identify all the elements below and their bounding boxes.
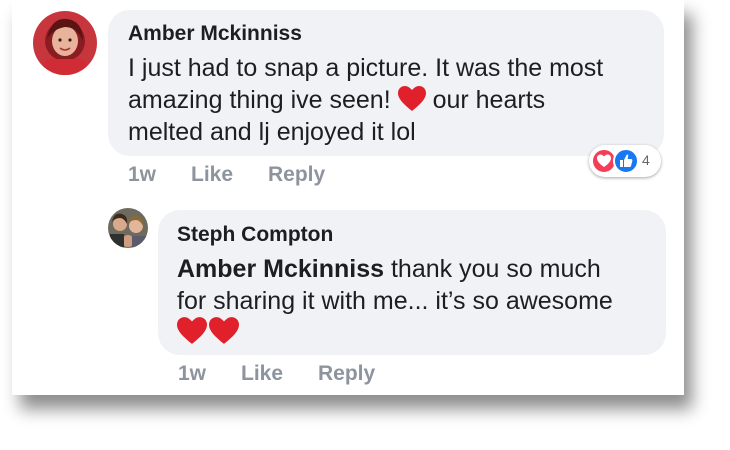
reply-line-1: Amber Mckinniss thank you so much — [177, 253, 613, 285]
comment-line-3: melted and lj enjoyed it lol — [128, 118, 416, 146]
comment-line-2-end: our hearts — [432, 86, 546, 114]
like-button[interactable]: Like — [241, 362, 283, 386]
reply-button[interactable]: Reply — [318, 362, 375, 386]
mention-link[interactable]: Amber Mckinniss — [177, 255, 384, 283]
like-reaction-icon — [613, 148, 639, 174]
comment-timestamp[interactable]: 1w — [128, 163, 156, 187]
like-button[interactable]: Like — [191, 163, 233, 187]
avatar-steph[interactable] — [108, 208, 148, 248]
comment-author[interactable]: Amber Mckinniss — [128, 22, 302, 46]
reaction-summary[interactable]: 4 — [589, 145, 661, 177]
reply-button[interactable]: Reply — [268, 163, 325, 187]
comment-line-1: I just had to snap a picture. It was the… — [128, 54, 604, 82]
heart-emoji — [177, 317, 207, 344]
reply-bubble-steph: Steph Compton Amber Mckinniss thank you … — [158, 210, 666, 355]
reply-text: Amber Mckinniss thank you so much for sh… — [177, 253, 613, 351]
reply-author[interactable]: Steph Compton — [177, 223, 333, 247]
reply-line-2: for sharing it with me... it’s so awesom… — [177, 287, 613, 315]
reply-timestamp[interactable]: 1w — [178, 362, 206, 386]
heart-emoji — [397, 86, 426, 111]
comment-text: I just had to snap a picture. It was the… — [128, 52, 603, 148]
comment-thread-card: Amber Mckinniss I just had to snap a pic… — [12, 0, 684, 395]
comment-line-2-start: amazing thing ive seen! — [128, 86, 391, 114]
avatar-amber[interactable] — [33, 11, 97, 75]
reply-line-1-rest: thank you so much — [390, 255, 601, 283]
comment-bubble-amber: Amber Mckinniss I just had to snap a pic… — [108, 10, 664, 156]
heart-emoji — [209, 317, 239, 344]
reaction-count: 4 — [642, 152, 650, 168]
reply-hearts — [177, 317, 613, 351]
comment-line-2: amazing thing ive seen! our hearts — [128, 84, 603, 116]
